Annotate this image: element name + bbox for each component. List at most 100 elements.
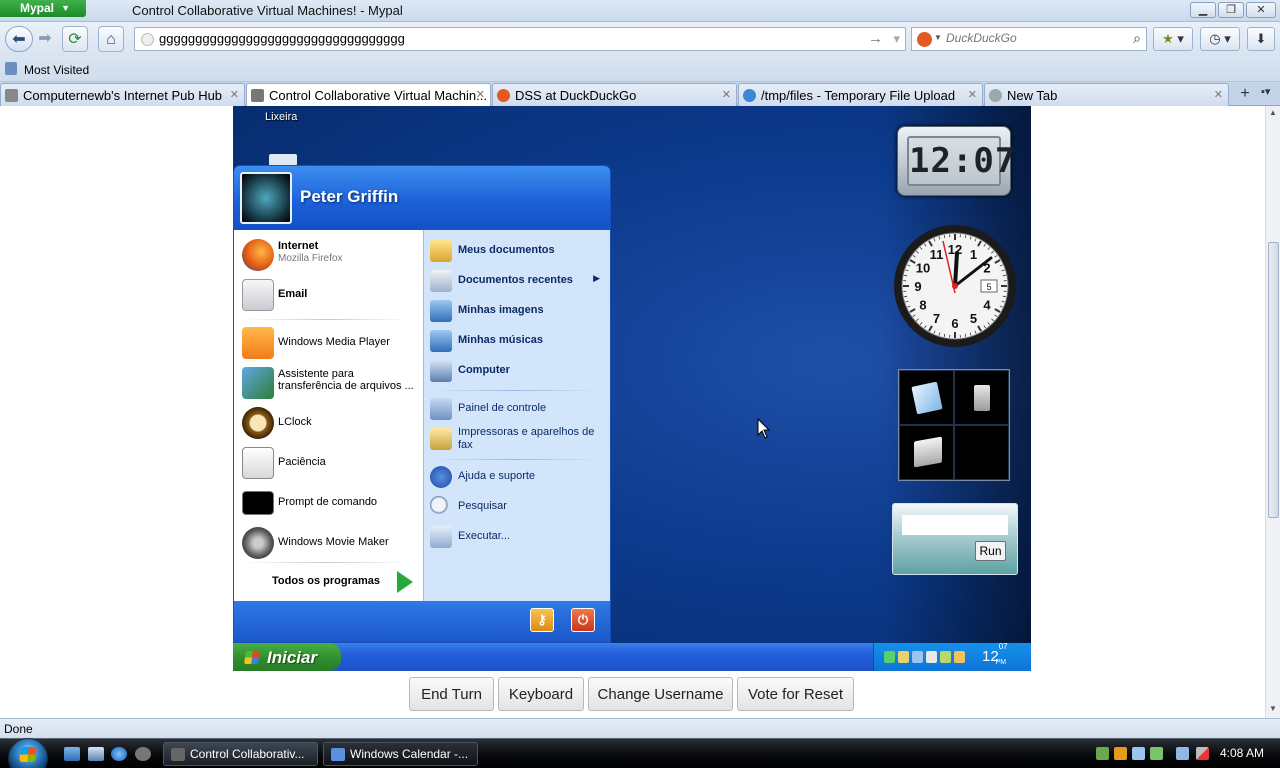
switch-windows-icon[interactable] xyxy=(88,747,104,761)
host-task-calendar[interactable]: Windows Calendar -... xyxy=(323,742,478,766)
close-tab-icon[interactable]: ✕ xyxy=(722,88,731,101)
close-tab-icon[interactable]: ✕ xyxy=(476,88,485,101)
tray-update-icon[interactable] xyxy=(1150,747,1163,760)
host-task-browser[interactable]: Control Collaborativ... xyxy=(163,742,318,766)
tray-volume-icon[interactable] xyxy=(912,651,923,663)
bookmark-star-icon[interactable]: ▾ xyxy=(893,31,900,47)
shut-down-button[interactable]: ⏻ xyxy=(571,608,595,632)
all-programs-button[interactable]: Todos os programas xyxy=(234,564,423,600)
tray-wrench-icon[interactable] xyxy=(954,651,965,663)
internet-explorer-icon[interactable] xyxy=(111,747,127,761)
start-item-run[interactable]: Executar... xyxy=(428,523,608,551)
start-item-my-pictures[interactable]: Minhas imagens xyxy=(428,297,608,325)
list-all-tabs-button[interactable]: ▪▾ xyxy=(1261,85,1270,98)
scroll-up-icon[interactable]: ▲ xyxy=(1269,108,1277,117)
start-item-printers[interactable]: Impressoras e aparelhos de fax xyxy=(428,425,608,457)
bookmark-folder-icon[interactable] xyxy=(5,62,17,75)
windows-flag-icon xyxy=(244,651,260,664)
back-button[interactable]: ⬅ xyxy=(5,26,33,52)
close-tab-icon[interactable]: ✕ xyxy=(230,88,239,101)
search-bar[interactable]: ▼ ⌕ xyxy=(911,27,1147,51)
quicklaunch-app-icon[interactable] xyxy=(135,747,151,761)
scroll-down-icon[interactable]: ▼ xyxy=(1269,704,1277,713)
keyboard-button[interactable]: Keyboard xyxy=(498,677,584,711)
digital-clock-gadget[interactable]: 12:07 xyxy=(897,126,1015,196)
go-arrow-icon[interactable]: → xyxy=(868,30,883,47)
close-button[interactable]: ✕ xyxy=(1246,2,1276,18)
start-item-media-player[interactable]: Windows Media Player xyxy=(240,325,422,361)
tab-computernewb[interactable]: Computernewb's Internet Pub Hub ✕ xyxy=(0,83,245,106)
start-item-control-panel[interactable]: Painel de controle xyxy=(428,395,608,423)
most-visited-link[interactable]: Most Visited xyxy=(24,63,89,77)
vm-screen[interactable]: Lixeira Peter Griffin Internet Mozilla F… xyxy=(233,106,1031,671)
close-tab-icon[interactable]: ✕ xyxy=(1214,88,1223,101)
tab-duckduckgo[interactable]: DSS at DuckDuckGo ✕ xyxy=(492,83,737,106)
start-item-command-prompt[interactable]: Prompt de comando xyxy=(240,485,422,521)
paint-shortcut[interactable] xyxy=(954,370,1009,425)
start-item-movie-maker[interactable]: Windows Movie Maker xyxy=(240,525,422,561)
start-item-email[interactable]: Email xyxy=(240,277,422,313)
start-item-internet[interactable]: Internet Mozilla Firefox xyxy=(240,237,422,273)
site-identity-icon[interactable] xyxy=(141,33,154,46)
tray-app-icon[interactable] xyxy=(926,651,937,663)
close-tab-icon[interactable]: ✕ xyxy=(968,88,977,101)
home-button[interactable]: ⌂ xyxy=(98,26,124,52)
search-icon[interactable]: ⌕ xyxy=(1133,30,1141,47)
start-item-solitaire[interactable]: Paciência xyxy=(240,445,422,481)
history-button[interactable]: ◷ ▾ xyxy=(1200,27,1240,51)
url-input[interactable] xyxy=(159,31,859,46)
user-avatar[interactable] xyxy=(240,172,292,224)
tab-collabvm[interactable]: Control Collaborative Virtual Machin... … xyxy=(246,83,491,106)
scrollbar-thumb[interactable] xyxy=(1268,242,1279,518)
tray-network-icon[interactable] xyxy=(884,651,895,663)
change-username-button[interactable]: Change Username xyxy=(588,677,733,711)
host-clock[interactable]: 4:08 AM xyxy=(1220,746,1264,760)
reload-button[interactable]: ⟳ xyxy=(62,26,88,52)
tray-volume-muted-icon[interactable] xyxy=(1196,747,1209,760)
vote-reset-button[interactable]: Vote for Reset xyxy=(737,677,854,711)
search-input[interactable] xyxy=(946,31,1126,45)
start-item-transfer-wizard[interactable]: Assistente para transferência de arquivo… xyxy=(240,365,422,401)
window-titlebar: Mypal ▼ Control Collaborative Virtual Ma… xyxy=(0,0,1280,22)
duckduckgo-icon[interactable] xyxy=(917,32,932,47)
start-item-help[interactable]: Ajuda e suporte xyxy=(428,463,608,491)
host-start-button[interactable] xyxy=(6,738,48,768)
url-bar[interactable]: → ▾ xyxy=(134,27,906,51)
start-item-recent-documents[interactable]: Documentos recentes ▶ xyxy=(428,267,608,295)
start-item-my-documents[interactable]: Meus documentos xyxy=(428,237,608,265)
calculator-shortcut[interactable] xyxy=(899,425,954,480)
start-button[interactable]: Iniciar xyxy=(233,643,341,671)
notepad-shortcut[interactable] xyxy=(899,370,954,425)
page-scrollbar[interactable]: ▲ ▼ xyxy=(1265,106,1280,718)
run-gadget-button[interactable]: Run xyxy=(975,541,1006,561)
tab-tmp-files[interactable]: /tmp/files - Temporary File Upload ✕ xyxy=(738,83,983,106)
minimize-button[interactable]: ▁ xyxy=(1190,2,1216,18)
bookmarks-menu-button[interactable]: ★ ▾ xyxy=(1153,27,1193,51)
host-taskbar: Control Collaborativ... Windows Calendar… xyxy=(0,738,1280,768)
tray-update-icon[interactable] xyxy=(940,651,951,663)
start-item-my-music[interactable]: Minhas músicas xyxy=(428,327,608,355)
tray-connection-icon[interactable] xyxy=(1176,747,1189,760)
tray-security-icon[interactable] xyxy=(1114,747,1127,760)
run-gadget-input[interactable] xyxy=(902,515,1008,535)
end-turn-button[interactable]: End Turn xyxy=(409,677,494,711)
tray-security-icon[interactable] xyxy=(898,651,909,663)
hour-hand xyxy=(953,251,959,288)
tray-network-icon[interactable] xyxy=(1096,747,1109,760)
analog-clock-gadget[interactable]: 123456789101112 5 xyxy=(892,223,1018,349)
start-item-lclock[interactable]: LClock xyxy=(240,405,422,441)
start-item-search[interactable]: Pesquisar xyxy=(428,493,608,521)
tab-new-tab[interactable]: New Tab ✕ xyxy=(984,83,1229,106)
restore-button[interactable]: ❐ xyxy=(1218,2,1244,18)
run-icon xyxy=(430,526,452,548)
log-off-button[interactable]: ⚷ xyxy=(530,608,554,632)
tray-app-icon[interactable] xyxy=(1132,747,1145,760)
new-tab-button[interactable]: + xyxy=(1234,85,1256,105)
app-menu-button[interactable]: Mypal ▼ xyxy=(0,0,86,17)
recycle-bin-label[interactable]: Lixeira xyxy=(265,111,297,123)
show-desktop-icon[interactable] xyxy=(64,747,80,761)
downloads-button[interactable]: ⬇ xyxy=(1247,27,1275,51)
vm-tray-clock[interactable]: 1207PM xyxy=(982,642,1018,666)
forward-button[interactable]: ➡ xyxy=(32,26,58,52)
start-item-computer[interactable]: Computer xyxy=(428,357,608,385)
